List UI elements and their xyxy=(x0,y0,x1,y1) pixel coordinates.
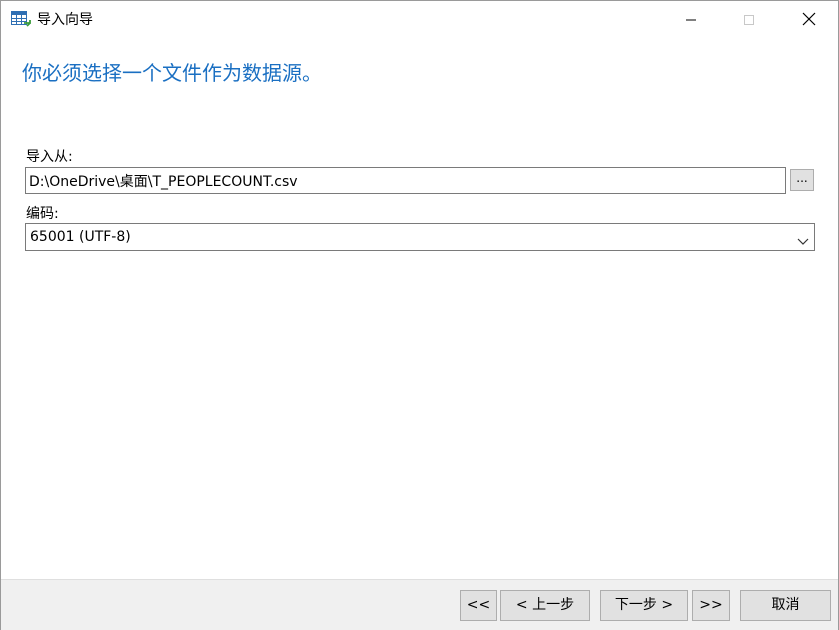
table-import-icon xyxy=(11,11,31,29)
minimize-icon xyxy=(685,11,697,30)
previous-step-button[interactable]: < 上一步 xyxy=(500,590,590,621)
chevron-down-icon xyxy=(797,232,809,245)
wizard-footer: << < 上一步 下一步 > >> 取消 xyxy=(1,579,838,630)
minimize-button[interactable] xyxy=(668,1,714,39)
encoding-select[interactable]: 65001 (UTF-8) xyxy=(25,223,815,251)
close-button[interactable] xyxy=(786,1,832,39)
encoding-label: 编码: xyxy=(26,206,59,222)
maximize-button[interactable] xyxy=(726,1,772,39)
window-title: 导入向导 xyxy=(37,12,93,28)
page-heading: 你必须选择一个文件作为数据源。 xyxy=(22,61,322,85)
next-step-button[interactable]: 下一步 > xyxy=(600,590,688,621)
title-bar[interactable]: 导入向导 xyxy=(1,1,838,39)
cancel-button[interactable]: 取消 xyxy=(740,590,831,621)
close-icon xyxy=(802,11,816,30)
maximize-icon xyxy=(743,11,755,30)
import-wizard-window: 导入向导 你必须选择一个文件作为数据源。 导入从: ... 编码: 65001 … xyxy=(0,0,839,630)
import-from-label: 导入从: xyxy=(26,149,73,165)
last-step-button[interactable]: >> xyxy=(692,590,730,621)
encoding-value: 65001 (UTF-8) xyxy=(30,229,131,245)
file-path-input[interactable] xyxy=(25,167,786,194)
first-step-button[interactable]: << xyxy=(460,590,497,621)
browse-button[interactable]: ... xyxy=(790,169,814,191)
